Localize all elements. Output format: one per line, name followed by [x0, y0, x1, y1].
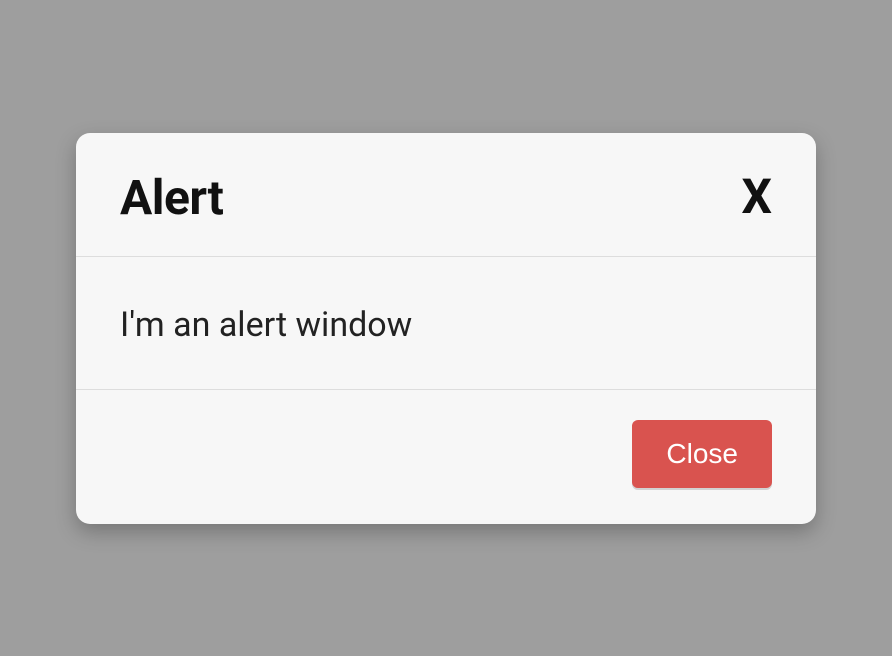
dialog-title: Alert	[120, 169, 223, 226]
close-icon[interactable]: X	[742, 173, 772, 221]
dialog-message: I'm an alert window	[120, 305, 772, 345]
dialog-footer: Close	[76, 390, 816, 524]
close-button[interactable]: Close	[632, 420, 772, 488]
dialog-header: Alert X	[76, 133, 816, 257]
dialog-body: I'm an alert window	[76, 257, 816, 390]
alert-dialog: Alert X I'm an alert window Close	[76, 133, 816, 524]
